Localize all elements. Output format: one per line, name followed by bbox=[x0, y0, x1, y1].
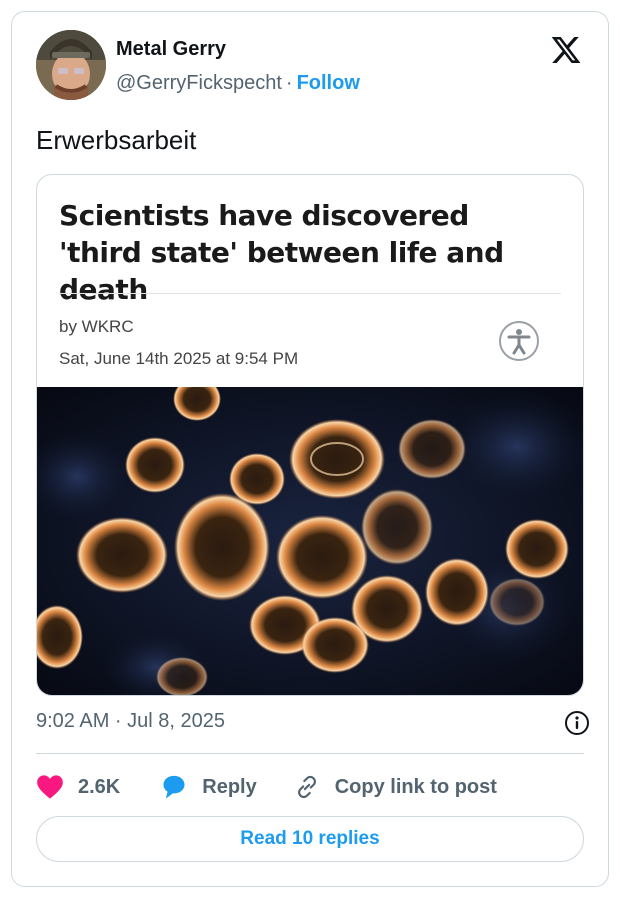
author-handle-line: @GerryFickspecht · Follow bbox=[116, 72, 360, 95]
article-divider bbox=[59, 293, 561, 294]
article-date: Sat, June 14th 2025 at 9:54 PM bbox=[59, 349, 299, 368]
tweet-timestamp[interactable]: 9:02 AM · Jul 8, 2025 bbox=[36, 710, 225, 733]
reply-button[interactable]: Reply bbox=[160, 774, 257, 800]
read-replies-button[interactable]: Read 10 replies bbox=[36, 816, 584, 862]
embedded-tweet-card: Metal Gerry @GerryFickspecht · Follow Erwe… bbox=[11, 11, 609, 887]
x-logo-icon[interactable] bbox=[550, 34, 582, 66]
tweet-text: Erwerbsarbeit bbox=[36, 125, 197, 155]
actions-divider bbox=[36, 753, 584, 754]
separator-dot: · bbox=[285, 72, 293, 94]
article-byline: by WKRC bbox=[59, 317, 134, 336]
author-name[interactable]: Metal Gerry bbox=[116, 38, 226, 61]
article-preview-card[interactable]: Scientists have discovered 'third state'… bbox=[36, 174, 584, 696]
copy-link-label: Copy link to post bbox=[334, 775, 497, 798]
reply-label: Reply bbox=[202, 775, 257, 798]
speech-bubble-icon bbox=[163, 775, 185, 799]
like-count: 2.6K bbox=[78, 775, 121, 798]
tweet-actions: 2.6K Reply Copy link to post bbox=[36, 769, 497, 805]
follow-button[interactable]: Follow bbox=[297, 72, 360, 94]
article-headline[interactable]: Scientists have discovered 'third state'… bbox=[59, 197, 559, 308]
link-icon bbox=[297, 775, 316, 799]
info-icon[interactable] bbox=[564, 710, 590, 736]
like-button[interactable]: 2.6K bbox=[36, 774, 120, 800]
avatar[interactable] bbox=[36, 30, 106, 100]
article-image bbox=[37, 377, 583, 695]
heart-icon bbox=[37, 775, 63, 799]
accessibility-icon[interactable] bbox=[499, 321, 539, 361]
author-handle[interactable]: @GerryFickspecht bbox=[116, 72, 282, 94]
copy-link-button[interactable]: Copy link to post bbox=[293, 774, 497, 800]
